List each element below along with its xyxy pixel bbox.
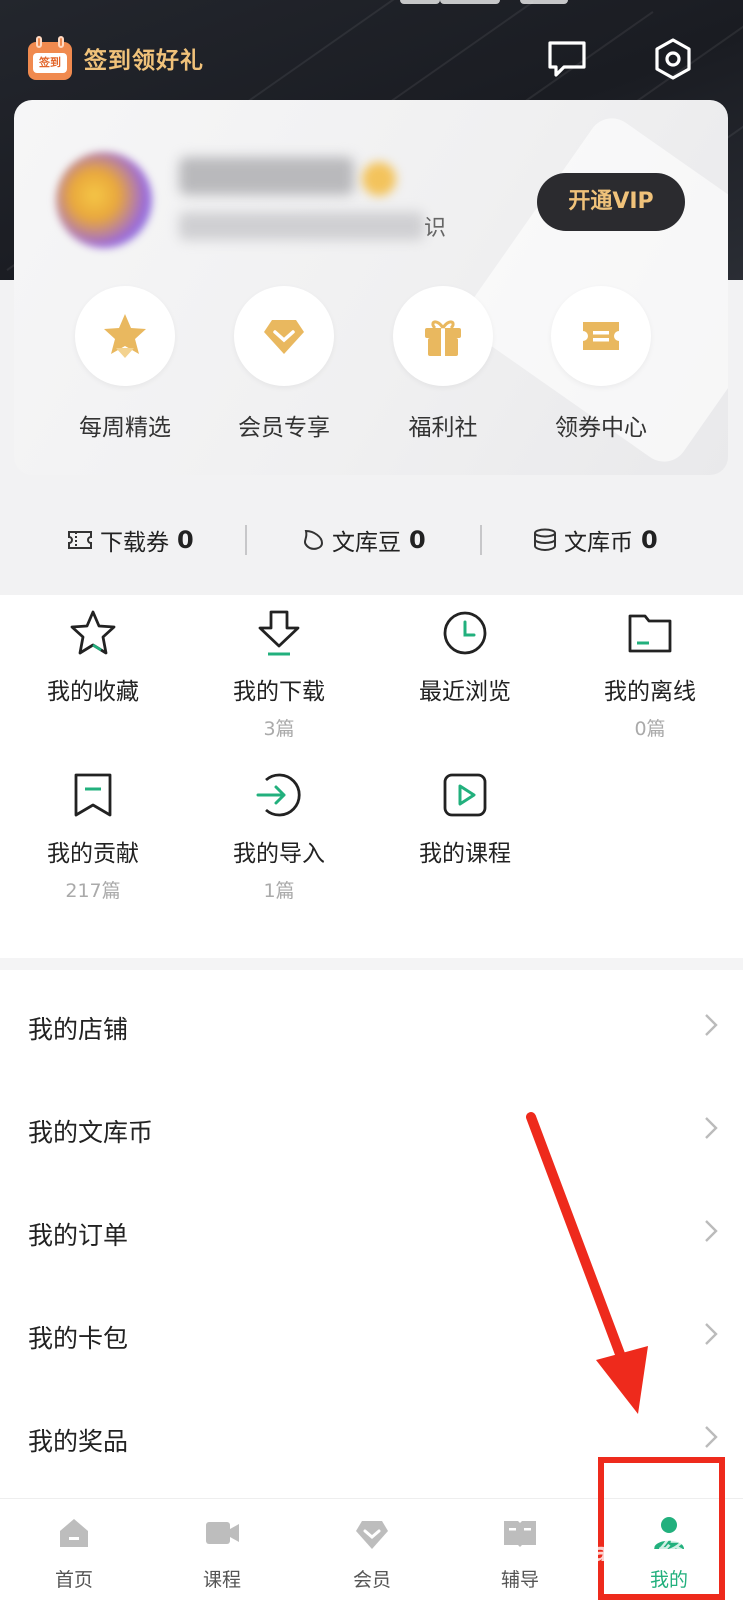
annotation-highlight-box (598, 1457, 725, 1600)
watermark: Baidu经验 (572, 1538, 708, 1568)
annotation-arrow (526, 1112, 648, 1414)
